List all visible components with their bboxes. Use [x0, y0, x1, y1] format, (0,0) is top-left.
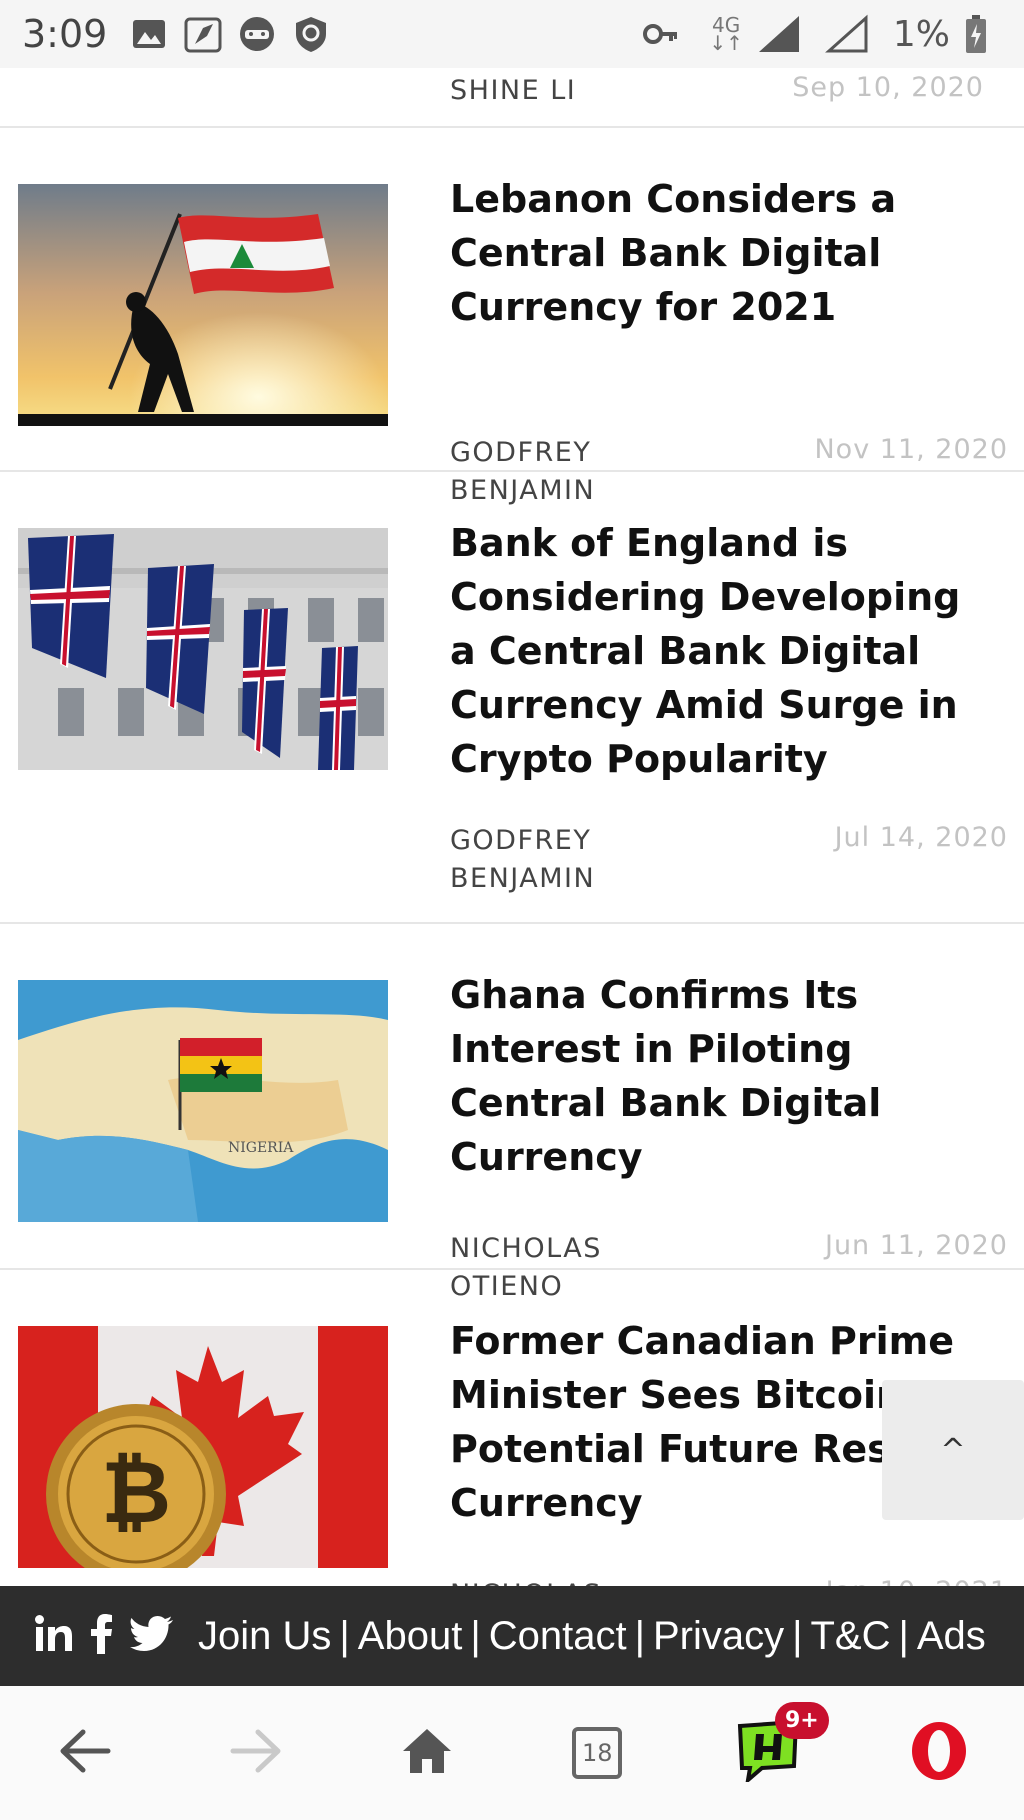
footer-link-terms[interactable]: T&C: [810, 1614, 890, 1658]
tab-count: 18: [572, 1727, 623, 1779]
footer-separator: |: [339, 1613, 350, 1658]
screen: 3:09 4G ↓↑ 1% SHINE LI Sep 10, 2020 Leba…: [0, 0, 1024, 1820]
footer-separator: |: [898, 1613, 909, 1658]
tabs-button[interactable]: 18: [552, 1708, 642, 1798]
battery-icon: [964, 14, 988, 54]
article-author[interactable]: SHINE LI: [450, 72, 650, 110]
footer-link-privacy[interactable]: Privacy: [653, 1614, 784, 1658]
status-bar: 3:09 4G ↓↑ 1%: [0, 0, 1024, 68]
battery-percent: 1%: [892, 13, 950, 55]
home-icon: [401, 1727, 453, 1780]
network-type: 4G ↓↑: [709, 13, 743, 55]
list-item[interactable]: NIGERIA Ghana Confirms Its Interest in P…: [0, 924, 1024, 1302]
shield-icon: [291, 14, 331, 54]
footer-link-join-us[interactable]: Join Us: [198, 1614, 331, 1658]
article-date: Jun 11, 2020: [824, 1230, 1008, 1261]
article-date: Jul 14, 2020: [834, 822, 1008, 853]
home-button[interactable]: [382, 1708, 472, 1798]
footer-link-contact[interactable]: Contact: [489, 1614, 627, 1658]
ghost-icon: [237, 14, 277, 54]
browser-nav-bar: 18 9+: [0, 1686, 1024, 1820]
status-right: 4G ↓↑ 1%: [641, 14, 1002, 55]
image-icon: [129, 14, 169, 54]
signal-empty-icon: [824, 14, 868, 54]
forward-button[interactable]: [211, 1708, 301, 1798]
article-date: Sep 10, 2020: [792, 72, 984, 103]
article-thumbnail[interactable]: NIGERIA: [18, 980, 388, 1222]
article-title[interactable]: Bank of England is Considering Developin…: [450, 516, 990, 786]
key-icon: [641, 14, 681, 54]
back-button[interactable]: [40, 1708, 130, 1798]
linkedin-icon[interactable]: [34, 1614, 74, 1659]
list-item[interactable]: Bank of England is Considering Developin…: [0, 472, 1024, 924]
footer-link-ads[interactable]: Ads: [917, 1614, 986, 1658]
opera-logo-icon: [909, 1720, 969, 1787]
arrow-left-icon: [59, 1729, 111, 1778]
status-time: 3:09: [22, 12, 108, 56]
footer-separator: |: [634, 1613, 645, 1658]
scroll-to-top-button[interactable]: ^: [882, 1380, 1024, 1520]
footer-separator: |: [792, 1613, 803, 1658]
list-item[interactable]: ₿ Former Canadian Prime Minister Sees Bi…: [0, 1270, 1024, 1594]
article-title[interactable]: Ghana Confirms Its Interest in Piloting …: [450, 968, 990, 1184]
notification-badge: 9+: [774, 1702, 829, 1739]
footer-bar: Join Us | About | Contact | Privacy | T&C | Ads: [0, 1586, 1024, 1686]
bitcoin-symbol: ₿: [101, 1443, 171, 1543]
social-links: [34, 1613, 174, 1659]
article-title[interactable]: Lebanon Considers a Central Bank Digital…: [450, 172, 990, 334]
article-thumbnail[interactable]: [18, 528, 388, 770]
list-item[interactable]: SHINE LI Sep 10, 2020: [0, 68, 1024, 128]
hype-button[interactable]: 9+: [723, 1702, 829, 1798]
clean-icon: [183, 14, 223, 54]
twitter-icon[interactable]: [130, 1615, 174, 1658]
article-author[interactable]: GODFREY BENJAMIN: [450, 822, 650, 898]
map-label: NIGERIA: [228, 1140, 294, 1156]
opera-menu-button[interactable]: [894, 1708, 984, 1798]
article-list: SHINE LI Sep 10, 2020 Lebanon Considers …: [0, 68, 1024, 1594]
facebook-icon[interactable]: [90, 1613, 114, 1659]
article-thumbnail[interactable]: ₿: [18, 1326, 388, 1568]
article-date: Nov 11, 2020: [814, 434, 1008, 465]
list-item[interactable]: Lebanon Considers a Central Bank Digital…: [0, 128, 1024, 506]
article-thumbnail[interactable]: [18, 184, 388, 426]
footer-separator: |: [470, 1613, 481, 1658]
arrow-right-icon: [230, 1729, 282, 1778]
footer-link-about[interactable]: About: [358, 1614, 463, 1658]
signal-icon: [757, 14, 799, 54]
footer-links: Join Us | About | Contact | Privacy | T&C | Ads: [198, 1614, 986, 1659]
